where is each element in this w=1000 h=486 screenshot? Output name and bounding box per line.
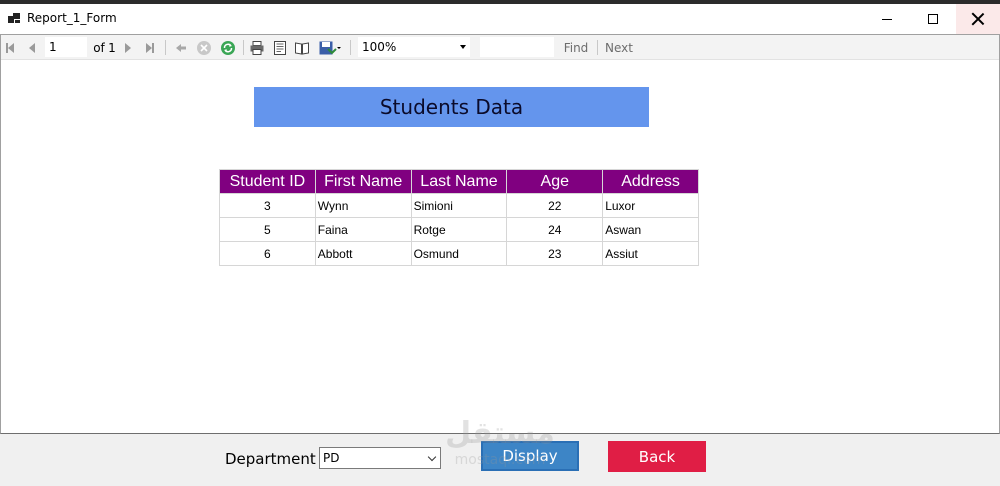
toolbar-separator bbox=[350, 40, 351, 55]
chevron-down-icon bbox=[460, 45, 466, 49]
title-bar: Report_1_Form bbox=[0, 4, 1000, 34]
display-button[interactable]: Display bbox=[481, 441, 579, 471]
table-row: 5 Faina Rotge 24 Aswan bbox=[219, 217, 699, 242]
print-button[interactable] bbox=[248, 35, 266, 60]
student-id-cell: 5 bbox=[219, 217, 316, 242]
window-title: Report_1_Form bbox=[27, 11, 117, 25]
toolbar-separator bbox=[243, 40, 244, 55]
chevron-down-icon bbox=[427, 452, 437, 462]
toolbar-separator bbox=[165, 40, 166, 55]
stop-button[interactable] bbox=[195, 35, 213, 60]
of-label: of bbox=[93, 40, 105, 55]
column-header: First Name bbox=[314, 169, 412, 194]
back-button[interactable] bbox=[173, 35, 189, 60]
department-label: Department bbox=[225, 450, 316, 468]
close-button[interactable] bbox=[956, 4, 1000, 34]
back-form-button[interactable]: Back bbox=[608, 441, 706, 472]
report-toolbar: of 1 bbox=[1, 35, 999, 60]
last-name-cell: Osmund bbox=[410, 241, 508, 266]
minimize-button[interactable] bbox=[864, 4, 910, 34]
table-header-row: Student ID First Name Last Name Age Addr… bbox=[219, 169, 699, 194]
print-layout-button[interactable] bbox=[271, 35, 289, 60]
app-icon bbox=[8, 13, 20, 23]
column-header: Age bbox=[506, 169, 604, 194]
export-button[interactable] bbox=[316, 35, 344, 60]
address-cell: Aswan bbox=[602, 217, 699, 242]
find-next-button[interactable]: Next bbox=[604, 35, 634, 60]
minimize-icon bbox=[882, 18, 892, 20]
address-cell: Assiut bbox=[602, 241, 699, 266]
student-id-cell: 3 bbox=[219, 193, 316, 218]
first-name-cell: Faina bbox=[314, 217, 412, 242]
previous-page-button[interactable] bbox=[25, 35, 39, 60]
next-page-button[interactable] bbox=[121, 35, 135, 60]
printer-icon bbox=[250, 40, 264, 55]
last-page-button[interactable] bbox=[143, 35, 157, 60]
form-panel: Department PD Display Back bbox=[0, 434, 1000, 486]
address-cell: Luxor bbox=[602, 193, 699, 218]
student-id-cell: 6 bbox=[219, 241, 316, 266]
back-arrow-icon bbox=[176, 43, 186, 52]
open-book-icon bbox=[295, 41, 309, 55]
age-cell: 24 bbox=[506, 217, 604, 242]
zoom-value: 100% bbox=[362, 40, 397, 54]
total-pages: 1 bbox=[108, 40, 116, 55]
age-cell: 22 bbox=[506, 193, 604, 218]
next-page-icon bbox=[125, 42, 131, 53]
previous-page-icon bbox=[29, 42, 35, 53]
find-input[interactable] bbox=[480, 37, 554, 57]
age-cell: 23 bbox=[506, 241, 604, 266]
first-name-cell: Abbott bbox=[314, 241, 412, 266]
report-viewer: of 1 bbox=[0, 34, 1000, 434]
first-name-cell: Wynn bbox=[314, 193, 412, 218]
refresh-button[interactable] bbox=[219, 35, 237, 60]
page-setup-button[interactable] bbox=[293, 35, 311, 60]
maximize-button[interactable] bbox=[910, 4, 956, 34]
save-export-icon bbox=[319, 41, 341, 54]
last-name-cell: Rotge bbox=[410, 217, 508, 242]
maximize-icon bbox=[928, 14, 938, 24]
stop-icon bbox=[197, 40, 211, 55]
column-header: Address bbox=[602, 169, 699, 194]
department-select[interactable]: PD bbox=[319, 447, 441, 469]
zoom-select[interactable]: 100% bbox=[358, 37, 470, 57]
column-header: Last Name bbox=[410, 169, 508, 194]
last-name-cell: Simioni bbox=[410, 193, 508, 218]
find-label: Find bbox=[563, 40, 589, 55]
column-header: Student ID bbox=[219, 169, 316, 194]
current-page-input[interactable] bbox=[45, 37, 87, 57]
students-table: Student ID First Name Last Name Age Addr… bbox=[219, 169, 699, 266]
find-button[interactable]: Find bbox=[561, 35, 591, 60]
toolbar-separator bbox=[597, 40, 598, 55]
table-row: 3 Wynn Simioni 22 Luxor bbox=[219, 193, 699, 218]
table-row: 6 Abbott Osmund 23 Assiut bbox=[219, 241, 699, 266]
first-page-button[interactable] bbox=[3, 35, 17, 60]
report-title: Students Data bbox=[254, 87, 649, 127]
department-value: PD bbox=[323, 451, 340, 465]
page-layout-icon bbox=[274, 40, 286, 55]
refresh-icon bbox=[221, 40, 235, 55]
close-icon bbox=[972, 13, 984, 25]
next-label: Next bbox=[605, 40, 633, 55]
